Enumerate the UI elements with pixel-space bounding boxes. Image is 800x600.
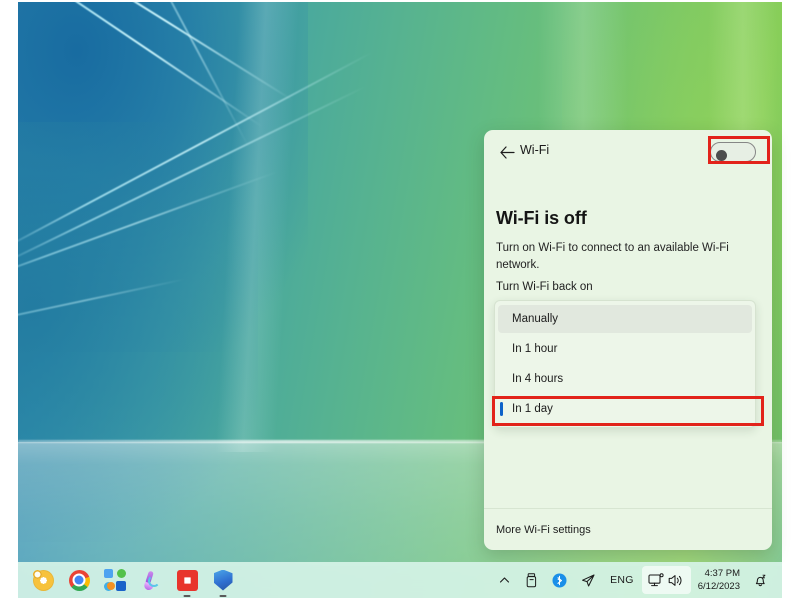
wallpaper-streak [18,170,279,286]
system-tray: ENG 4:37 PM 6/12/2023 [492,562,774,598]
running-indicator [219,595,227,597]
language-indicator[interactable]: ENG [604,566,640,594]
wallpaper-streak [18,2,263,128]
paint-icon[interactable] [138,567,164,593]
usb-drive-icon[interactable] [519,566,544,594]
running-indicator [183,595,191,597]
dropdown-option-label: In 1 day [512,403,553,415]
screen: Wi-Fi Wi-Fi is off Turn on Wi-Fi to conn… [0,0,800,600]
more-wifi-settings-link[interactable]: More Wi-Fi settings [496,524,591,536]
dropdown-option-label: In 1 hour [512,343,558,355]
dropdown-option-in-1-hour[interactable]: In 1 hour [498,335,752,363]
wallpaper-light-shaft [215,2,301,452]
chrome-canary-icon[interactable] [30,567,56,593]
microsoft-store-icon[interactable] [102,567,128,593]
wifi-toggle-track [710,142,756,162]
dropdown-option-label: Manually [512,313,559,325]
wifi-toggle-knob [716,150,727,161]
google-chrome-icon[interactable] [66,567,92,593]
selection-indicator [500,402,503,416]
quick-settings-button[interactable] [641,566,691,594]
send-icon[interactable] [575,566,602,594]
chevron-up-icon[interactable] [492,566,517,594]
turn-wifi-back-on-label: Turn Wi-Fi back on [496,281,593,293]
back-arrow-icon[interactable] [496,141,518,163]
wallpaper-blue-glow-left [18,122,258,542]
dropdown-option-in-4-hours[interactable]: In 4 hours [498,365,752,393]
volume-icon [668,574,682,586]
wifi-quick-settings-panel: Wi-Fi Wi-Fi is off Turn on Wi-Fi to conn… [484,130,772,550]
windows-security-icon[interactable] [210,567,236,597]
wallpaper-streak [18,85,368,271]
wallpaper-streak [18,2,294,102]
notification-bell-icon[interactable] [747,566,774,594]
dropdown-option-manually[interactable]: Manually [498,305,752,333]
wifi-status-title: Wi-Fi is off [496,208,587,228]
bluetooth-icon[interactable] [546,566,573,594]
panel-header: Wi-Fi [484,130,772,174]
clock-time: 4:37 PM [704,568,740,579]
wallpaper-streak [18,278,186,328]
taskbar-apps [30,562,236,598]
taskbar: ENG 4:37 PM 6/12/2023 [18,562,782,598]
dropdown-option-label: In 4 hours [512,373,564,385]
wifi-status-description: Turn on Wi-Fi to connect to an available… [496,242,729,271]
wifi-toggle[interactable] [710,140,762,164]
page-title: Wi-Fi [520,143,550,157]
clock[interactable]: 4:37 PM 6/12/2023 [693,565,745,595]
panel-divider [484,508,772,509]
turn-wifi-back-on-dropdown[interactable]: Manually In 1 hour In 4 hours In 1 day [494,300,756,428]
dropdown-option-in-1-day[interactable]: In 1 day [498,395,752,423]
red-app-icon[interactable] [174,567,200,597]
clock-date: 6/12/2023 [697,581,740,592]
network-monitor-icon [648,572,664,586]
